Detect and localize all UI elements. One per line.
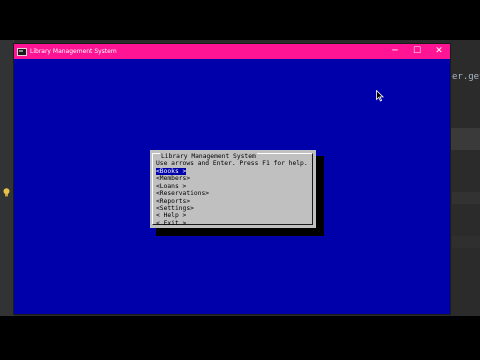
close-button[interactable]: ✕ bbox=[428, 44, 450, 59]
menu-item-reports[interactable]: <Reports> bbox=[156, 198, 209, 205]
maximize-button[interactable]: ☐ bbox=[406, 44, 428, 59]
ide-editor-block bbox=[452, 236, 480, 248]
ide-code-snippet: er.get bbox=[452, 72, 480, 82]
menu-item-exit[interactable]: < Exit > bbox=[156, 220, 209, 227]
window-title: Library Management System bbox=[30, 48, 117, 55]
lightbulb-icon[interactable] bbox=[3, 188, 10, 197]
main-menu-dialog: Library Management System Use arrows and… bbox=[150, 150, 316, 228]
ide-editor-block bbox=[450, 128, 480, 150]
dialog-help-text: Use arrows and Enter. Press F1 for help. bbox=[156, 160, 308, 167]
dialog-frame: Library Management System Use arrows and… bbox=[152, 153, 313, 227]
console-window: Library Management System ─ ☐ ✕ Library … bbox=[14, 44, 450, 314]
menu-item-reservations[interactable]: <Reservations> bbox=[156, 190, 209, 197]
console-app-icon bbox=[16, 47, 28, 57]
window-controls: ─ ☐ ✕ bbox=[384, 44, 450, 59]
scrollbar[interactable] bbox=[446, 59, 450, 314]
minimize-button[interactable]: ─ bbox=[384, 44, 406, 59]
menu-list: <Books > <Members> <Loans > <Reservation… bbox=[156, 168, 209, 227]
menu-item-members[interactable]: <Members> bbox=[156, 175, 209, 182]
mouse-cursor-icon bbox=[376, 90, 384, 102]
ide-gutter bbox=[0, 40, 14, 316]
menu-item-books[interactable]: <Books > bbox=[156, 168, 209, 175]
window-titlebar[interactable]: Library Management System ─ ☐ ✕ bbox=[14, 44, 450, 59]
ide-editor-block bbox=[452, 192, 480, 204]
menu-item-settings[interactable]: <Settings> bbox=[156, 205, 209, 212]
menu-item-help[interactable]: < Help > bbox=[156, 212, 209, 219]
menu-item-loans[interactable]: <Loans > bbox=[156, 183, 209, 190]
